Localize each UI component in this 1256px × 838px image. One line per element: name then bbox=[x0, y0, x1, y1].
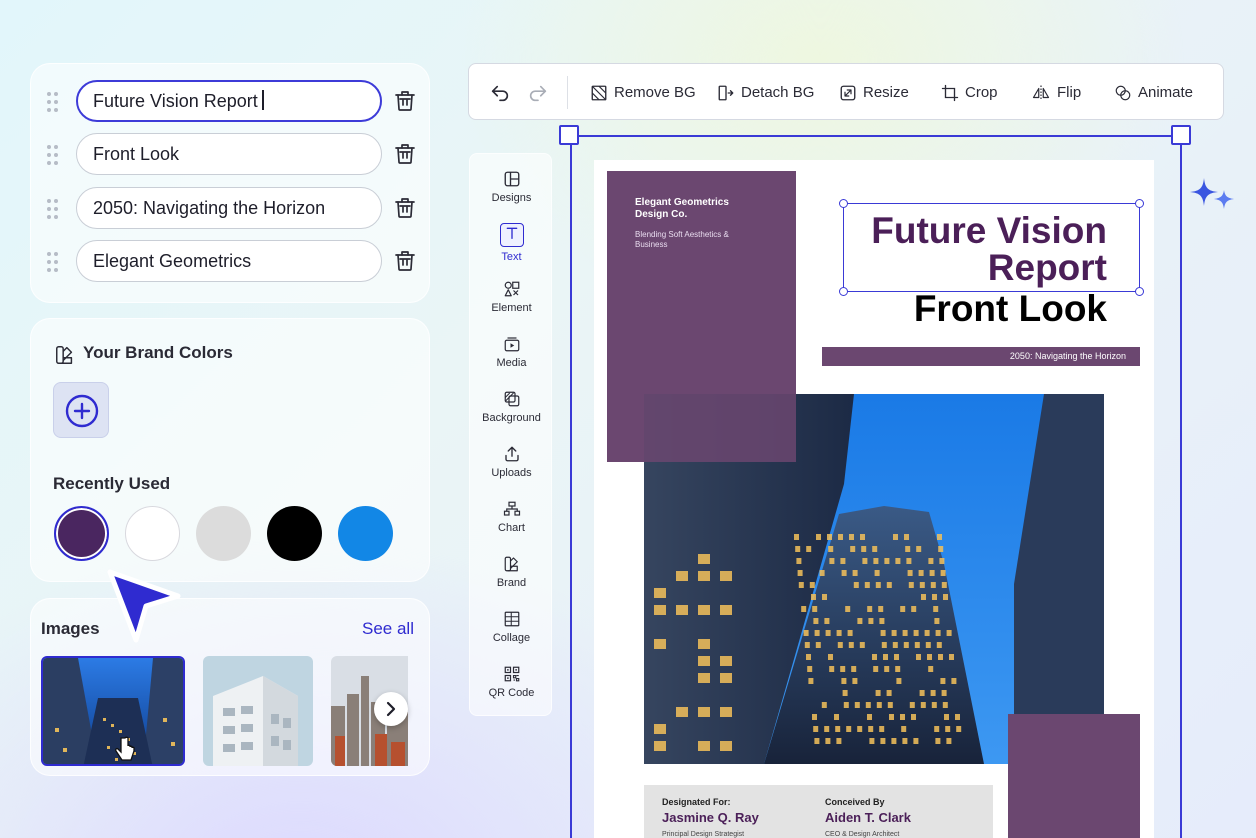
nav-uploads-label: Uploads bbox=[491, 467, 532, 479]
color-swatch-blue[interactable] bbox=[338, 506, 393, 561]
text-layer-row: Front Look bbox=[45, 133, 425, 177]
remove-bg-label: Remove BG bbox=[614, 84, 696, 101]
nav-collage[interactable]: Collage bbox=[470, 610, 553, 665]
chevron-right-icon bbox=[386, 701, 396, 717]
nav-designs-label: Designs bbox=[491, 192, 532, 204]
page-selection-frame bbox=[570, 135, 1182, 838]
detach-bg-button[interactable]: Detach BG bbox=[717, 64, 814, 121]
plus-circle-icon bbox=[65, 394, 99, 428]
page-resize-handle[interactable] bbox=[559, 125, 579, 145]
resize-button[interactable]: Resize bbox=[839, 64, 909, 121]
nav-chart-label: Chart bbox=[498, 522, 525, 534]
next-images-button[interactable] bbox=[374, 692, 408, 726]
text-layers-panel: Future Vision Report Front Look 2050: Na… bbox=[30, 63, 430, 303]
color-swatch-black[interactable] bbox=[267, 506, 322, 561]
page-resize-handle[interactable] bbox=[1171, 125, 1191, 145]
text-layer-input[interactable]: Front Look bbox=[76, 133, 382, 175]
pointer-arrow-icon bbox=[107, 569, 181, 643]
nav-element-label: Element bbox=[491, 302, 532, 314]
editor-side-nav: Designs Text Element Media Background Up… bbox=[469, 153, 552, 716]
see-all-link[interactable]: See all bbox=[362, 619, 414, 639]
brand-colors-title: Your Brand Colors bbox=[83, 343, 233, 362]
nav-element[interactable]: Element bbox=[470, 280, 553, 335]
chart-icon bbox=[503, 501, 520, 516]
brand-icon bbox=[504, 556, 518, 572]
nav-designs[interactable]: Designs bbox=[470, 170, 553, 225]
hand-cursor-icon bbox=[115, 736, 135, 761]
images-title: Images bbox=[41, 619, 100, 638]
drag-handle-icon[interactable] bbox=[45, 92, 59, 112]
animate-icon bbox=[1115, 85, 1131, 100]
resize-label: Resize bbox=[863, 84, 909, 101]
trash-icon[interactable] bbox=[393, 196, 417, 220]
image-thumbnail-white-building[interactable] bbox=[203, 656, 313, 766]
crop-icon bbox=[941, 84, 959, 101]
nav-collage-label: Collage bbox=[492, 632, 531, 644]
color-swatch-white[interactable] bbox=[125, 506, 180, 561]
sparkle-icon bbox=[1190, 178, 1234, 209]
media-icon bbox=[504, 337, 519, 352]
crop-button[interactable]: Crop bbox=[941, 64, 998, 121]
text-layer-row: Elegant Geometrics bbox=[45, 240, 425, 284]
text-icon bbox=[499, 223, 524, 247]
text-layer-input[interactable]: Future Vision Report bbox=[76, 80, 382, 122]
nav-text[interactable]: Text bbox=[470, 223, 553, 278]
brand-palette-icon bbox=[56, 346, 73, 364]
nav-background-label: Background bbox=[482, 412, 541, 424]
nav-background[interactable]: Background bbox=[470, 390, 553, 445]
shapes-icon bbox=[504, 281, 519, 297]
redo-icon[interactable] bbox=[527, 82, 549, 104]
detach-bg-icon bbox=[718, 85, 734, 100]
crop-label: Crop bbox=[965, 84, 998, 101]
animate-button[interactable]: Animate bbox=[1114, 64, 1193, 121]
layout-icon bbox=[504, 171, 519, 187]
undo-icon[interactable] bbox=[489, 82, 511, 104]
nav-qr-code[interactable]: QR Code bbox=[470, 665, 553, 720]
image-toolbar: Remove BG Detach BG Resize Crop Flip Ani… bbox=[468, 63, 1224, 120]
drag-handle-icon[interactable] bbox=[45, 145, 59, 165]
animate-label: Animate bbox=[1138, 84, 1194, 101]
text-layer-row: Future Vision Report bbox=[45, 80, 425, 124]
collage-icon bbox=[504, 611, 519, 627]
nav-qr-code-label: QR Code bbox=[488, 687, 535, 699]
trash-icon[interactable] bbox=[393, 249, 417, 273]
background-icon bbox=[504, 391, 519, 407]
color-swatch-gray[interactable] bbox=[196, 506, 251, 561]
flip-button[interactable]: Flip bbox=[1031, 64, 1081, 121]
nav-brand-label: Brand bbox=[496, 577, 527, 589]
nav-uploads[interactable]: Uploads bbox=[470, 445, 553, 500]
text-caret bbox=[261, 90, 264, 110]
resize-icon bbox=[840, 85, 856, 100]
toolbar-divider bbox=[567, 76, 568, 109]
remove-bg-button[interactable]: Remove BG bbox=[590, 64, 696, 121]
nav-media-label: Media bbox=[496, 357, 527, 369]
text-layer-input[interactable]: 2050: Navigating the Horizon bbox=[76, 187, 382, 229]
image-thumbnail-skyscraper[interactable] bbox=[41, 656, 185, 766]
trash-icon[interactable] bbox=[393, 89, 417, 113]
qr-code-icon bbox=[504, 666, 519, 682]
text-layer-input[interactable]: Elegant Geometrics bbox=[76, 240, 382, 282]
add-brand-color-button[interactable] bbox=[53, 382, 109, 438]
nav-chart[interactable]: Chart bbox=[470, 500, 553, 555]
trash-icon[interactable] bbox=[393, 142, 417, 166]
text-layer-row: 2050: Navigating the Horizon bbox=[45, 187, 425, 231]
drag-handle-icon[interactable] bbox=[45, 199, 59, 219]
nav-text-label: Text bbox=[501, 251, 522, 263]
upload-icon bbox=[504, 446, 519, 462]
flip-icon bbox=[1032, 85, 1050, 100]
nav-media[interactable]: Media bbox=[470, 335, 553, 390]
drag-handle-icon[interactable] bbox=[45, 252, 59, 272]
nav-brand[interactable]: Brand bbox=[470, 555, 553, 610]
recently-used-title: Recently Used bbox=[53, 474, 171, 493]
remove-bg-icon bbox=[591, 85, 607, 100]
color-swatch-purple[interactable] bbox=[54, 506, 109, 561]
flip-label: Flip bbox=[1057, 84, 1082, 101]
detach-bg-label: Detach BG bbox=[741, 84, 815, 101]
